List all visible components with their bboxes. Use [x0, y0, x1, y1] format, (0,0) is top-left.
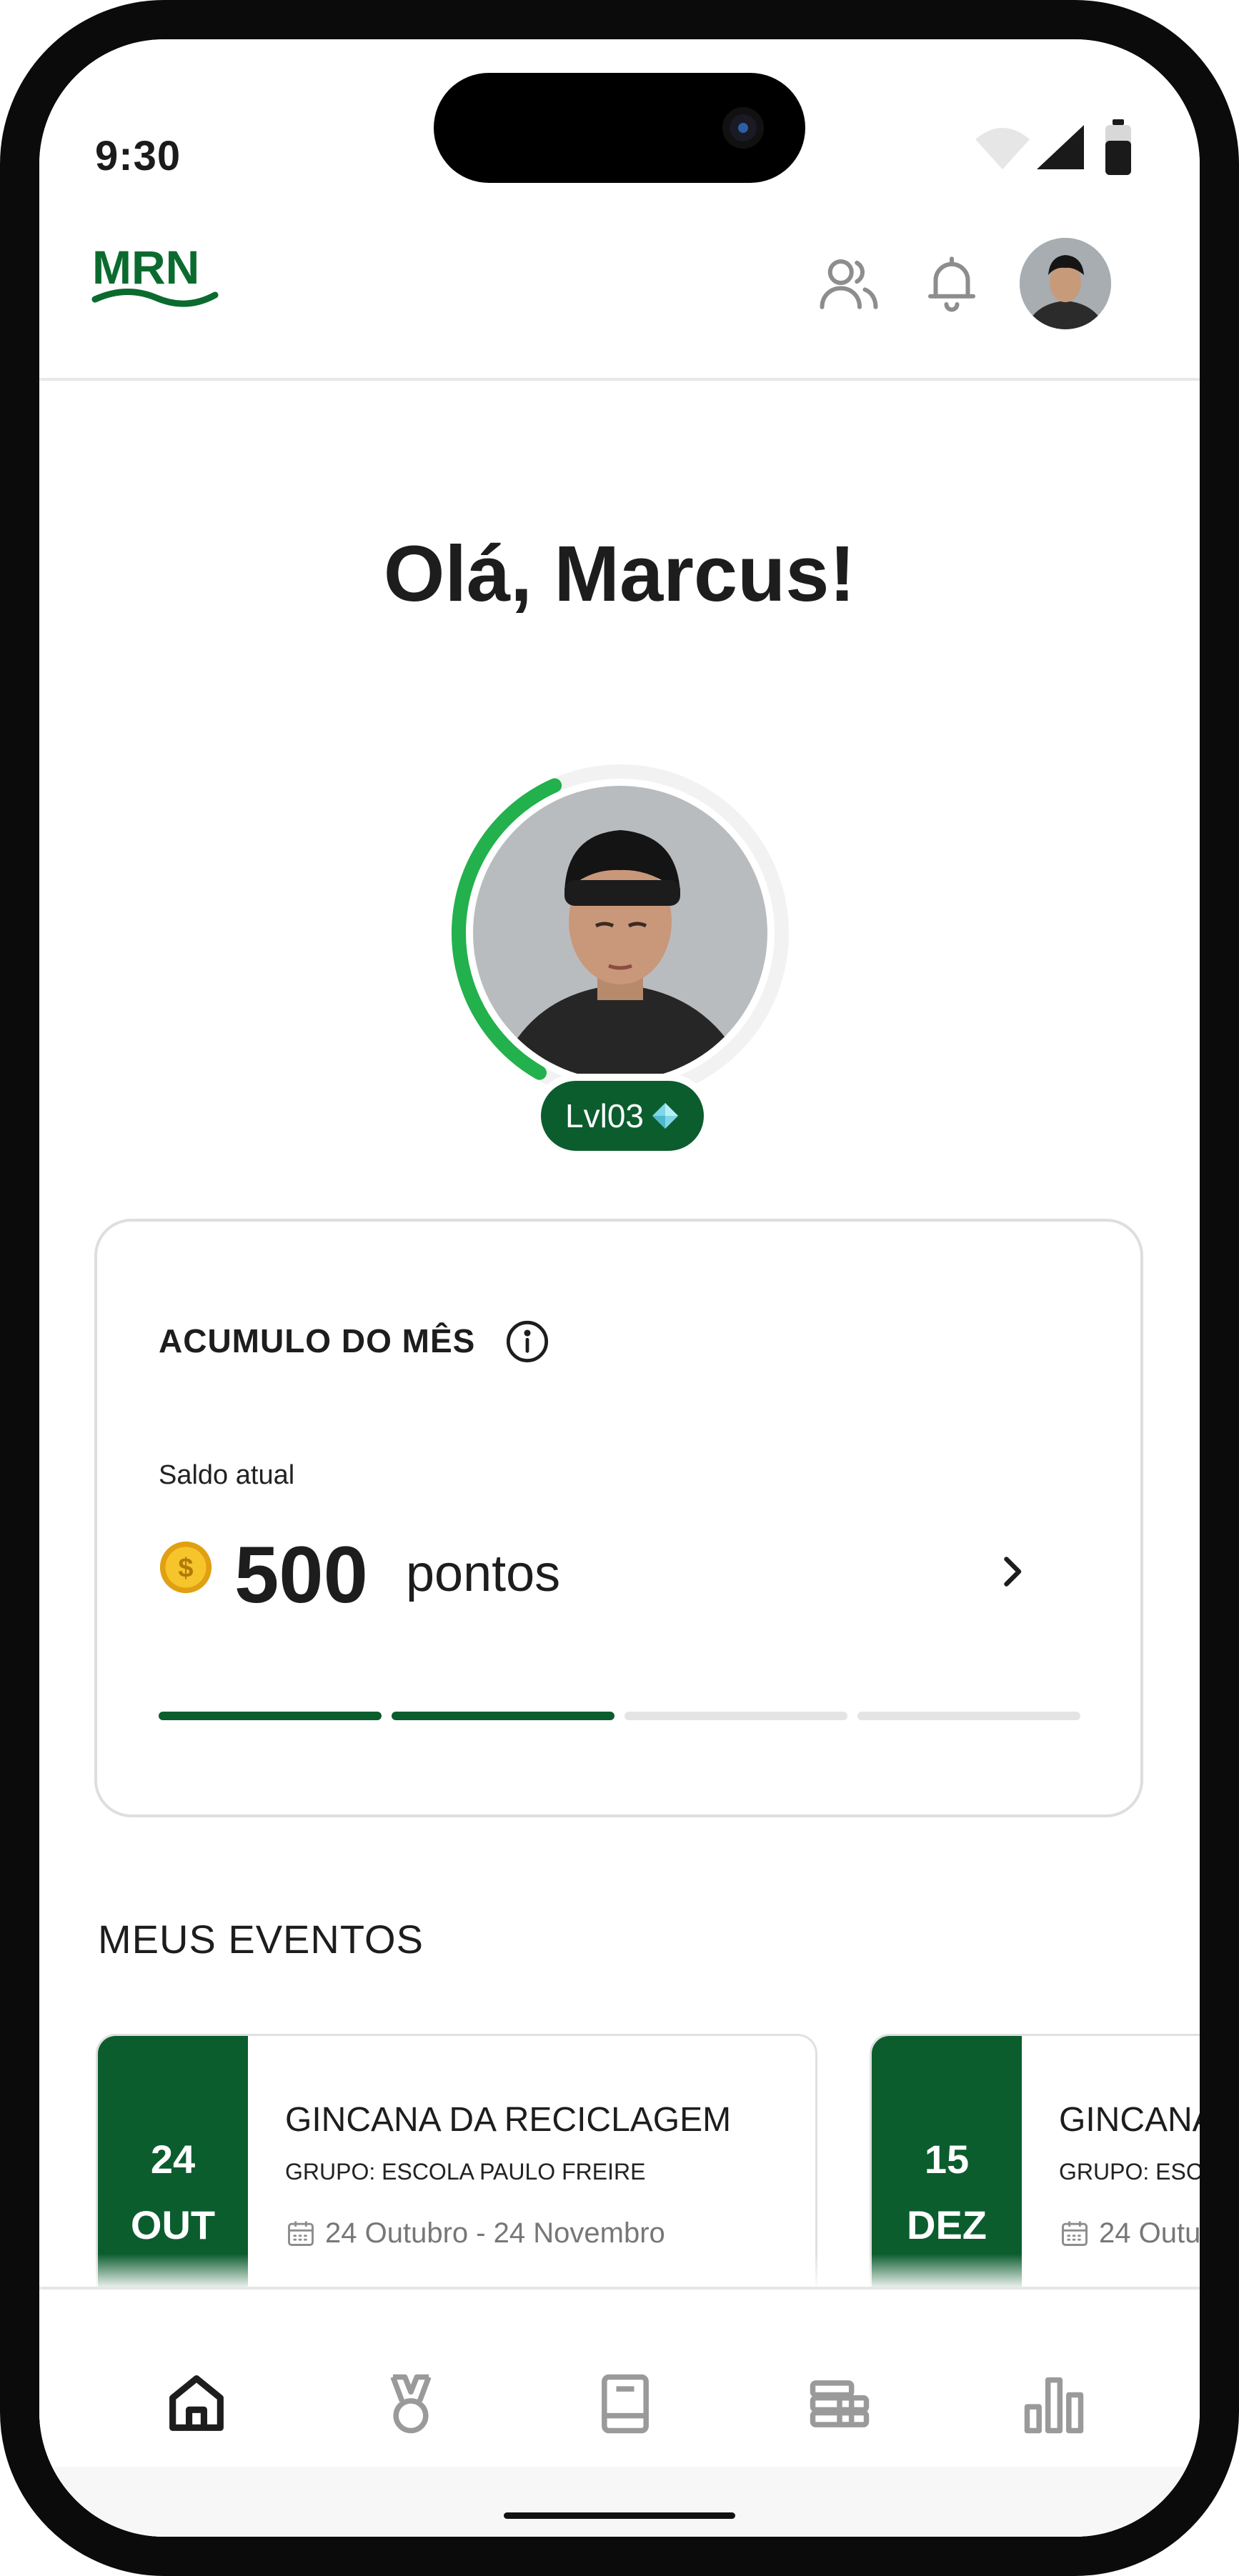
progress-segment: [625, 1712, 847, 1720]
points-unit: pontos: [406, 1545, 561, 1602]
level-label: Lvl03: [565, 1097, 644, 1134]
avatar[interactable]: [1020, 238, 1111, 329]
power-button: [1230, 800, 1239, 1114]
calendar-icon: [1062, 2221, 1088, 2246]
battery-icon: [1105, 119, 1131, 175]
phone-frame: 9:30 MRN Olá, Marcus! Lvl03 ACUMULO DO M…: [0, 0, 1239, 2576]
camera-icon: [722, 107, 764, 149]
status-time: 9:30: [95, 133, 181, 179]
header-divider: [39, 378, 1200, 381]
event-month: DEZ: [907, 2202, 987, 2247]
event-date-range: 24 Outubro - 24 Novembro: [325, 2217, 665, 2249]
mute-switch: [0, 479, 9, 571]
chart-icon[interactable]: [1018, 2368, 1090, 2440]
event-date-range: 24 Outubro - 24 Novembro: [1099, 2217, 1200, 2249]
event-group: GRUPO: ESCOLA PAULO FREIRE: [1059, 2159, 1200, 2185]
coin-icon: $: [159, 1541, 212, 1594]
event-day: 15: [924, 2137, 970, 2182]
book-icon[interactable]: [589, 2368, 661, 2440]
monthly-points-card[interactable]: ACUMULO DO MÊS Saldo atual $ 500 pontos: [94, 1219, 1143, 1817]
svg-text:MRN: MRN: [92, 241, 199, 294]
page-title: Olá, Marcus!: [383, 530, 856, 618]
level-badge: Lvl03: [534, 1074, 711, 1158]
saldo-label: Saldo atual: [159, 1460, 295, 1490]
diamond-icon: [652, 1103, 678, 1129]
home-icon[interactable]: [161, 2368, 232, 2440]
users-icon[interactable]: [817, 251, 881, 315]
mrn-logo: MRN: [91, 241, 219, 307]
event-title: GINCANA DA RECICLAGEM: [285, 2101, 732, 2139]
wifi-icon: [975, 128, 1030, 169]
monthly-progress-bar: [159, 1712, 1080, 1720]
calendar-icon: [288, 2221, 314, 2246]
medal-icon[interactable]: [375, 2368, 447, 2440]
bell-icon[interactable]: [920, 251, 984, 315]
volume-up-button: [0, 664, 9, 857]
card-title: ACUMULO DO MÊS: [159, 1322, 476, 1359]
volume-down-button: [0, 914, 9, 1107]
event-day: 24: [150, 2137, 196, 2182]
progress-segment: [857, 1712, 1080, 1720]
home-indicator[interactable]: [504, 2512, 735, 2519]
svg-text:$: $: [178, 1553, 193, 1583]
coins-icon[interactable]: [804, 2368, 875, 2440]
info-icon[interactable]: [504, 1319, 550, 1364]
section-title-events: MEUS EVENTOS: [98, 1917, 424, 1962]
dynamic-island: [434, 73, 805, 183]
profile-photo: [473, 786, 767, 1080]
chevron-right-icon[interactable]: [990, 1550, 1033, 1593]
level-progress-ring: [452, 764, 789, 1102]
nav-fade: [39, 2254, 1200, 2287]
signal-icon: [1037, 125, 1084, 169]
progress-segment: [159, 1712, 382, 1720]
event-title: GINCANA DA RECICLAGEM: [1059, 2101, 1200, 2139]
event-month: OUT: [130, 2202, 216, 2247]
points-value: 500: [234, 1530, 368, 1619]
event-group: GRUPO: ESCOLA PAULO FREIRE: [285, 2159, 646, 2185]
nav-bottom-band: [39, 2467, 1200, 2537]
screen: 9:30 MRN Olá, Marcus! Lvl03 ACUMULO DO M…: [39, 39, 1200, 2537]
progress-segment: [392, 1712, 614, 1720]
